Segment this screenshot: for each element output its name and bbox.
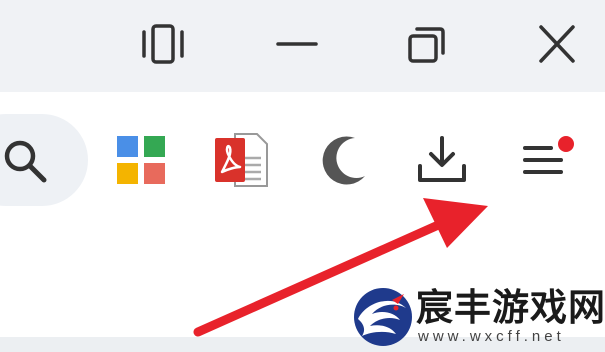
pdf-tool-button[interactable]	[204, 118, 278, 202]
menu-button[interactable]	[506, 118, 580, 202]
title-bar	[0, 0, 605, 92]
close-button[interactable]	[521, 8, 593, 80]
search-box[interactable]	[0, 114, 88, 206]
dark-mode-button[interactable]	[306, 118, 380, 202]
download-icon	[418, 136, 466, 182]
restore-icon	[408, 27, 445, 63]
watermark-url: www.wxcff.net	[418, 328, 565, 345]
apps-grid-icon	[117, 136, 165, 184]
dragon-logo-icon	[354, 288, 412, 346]
apps-button[interactable]	[104, 118, 178, 202]
tablet-mode-button[interactable]	[127, 8, 199, 80]
minimize-button[interactable]	[261, 8, 333, 80]
download-button[interactable]	[405, 118, 479, 202]
moon-icon	[322, 136, 365, 185]
pdf-tool-icon	[215, 133, 268, 187]
notification-dot	[558, 136, 574, 152]
search-icon	[4, 140, 47, 183]
close-icon	[539, 25, 575, 63]
site-watermark: 宸丰游戏网 www.wxcff.net	[352, 286, 605, 348]
minimize-icon	[276, 42, 318, 46]
browser-window: 宸丰游戏网 www.wxcff.net	[0, 0, 605, 352]
watermark-title: 宸丰游戏网	[416, 286, 605, 329]
restore-button[interactable]	[390, 8, 462, 80]
tablet-mode-icon	[142, 24, 184, 64]
